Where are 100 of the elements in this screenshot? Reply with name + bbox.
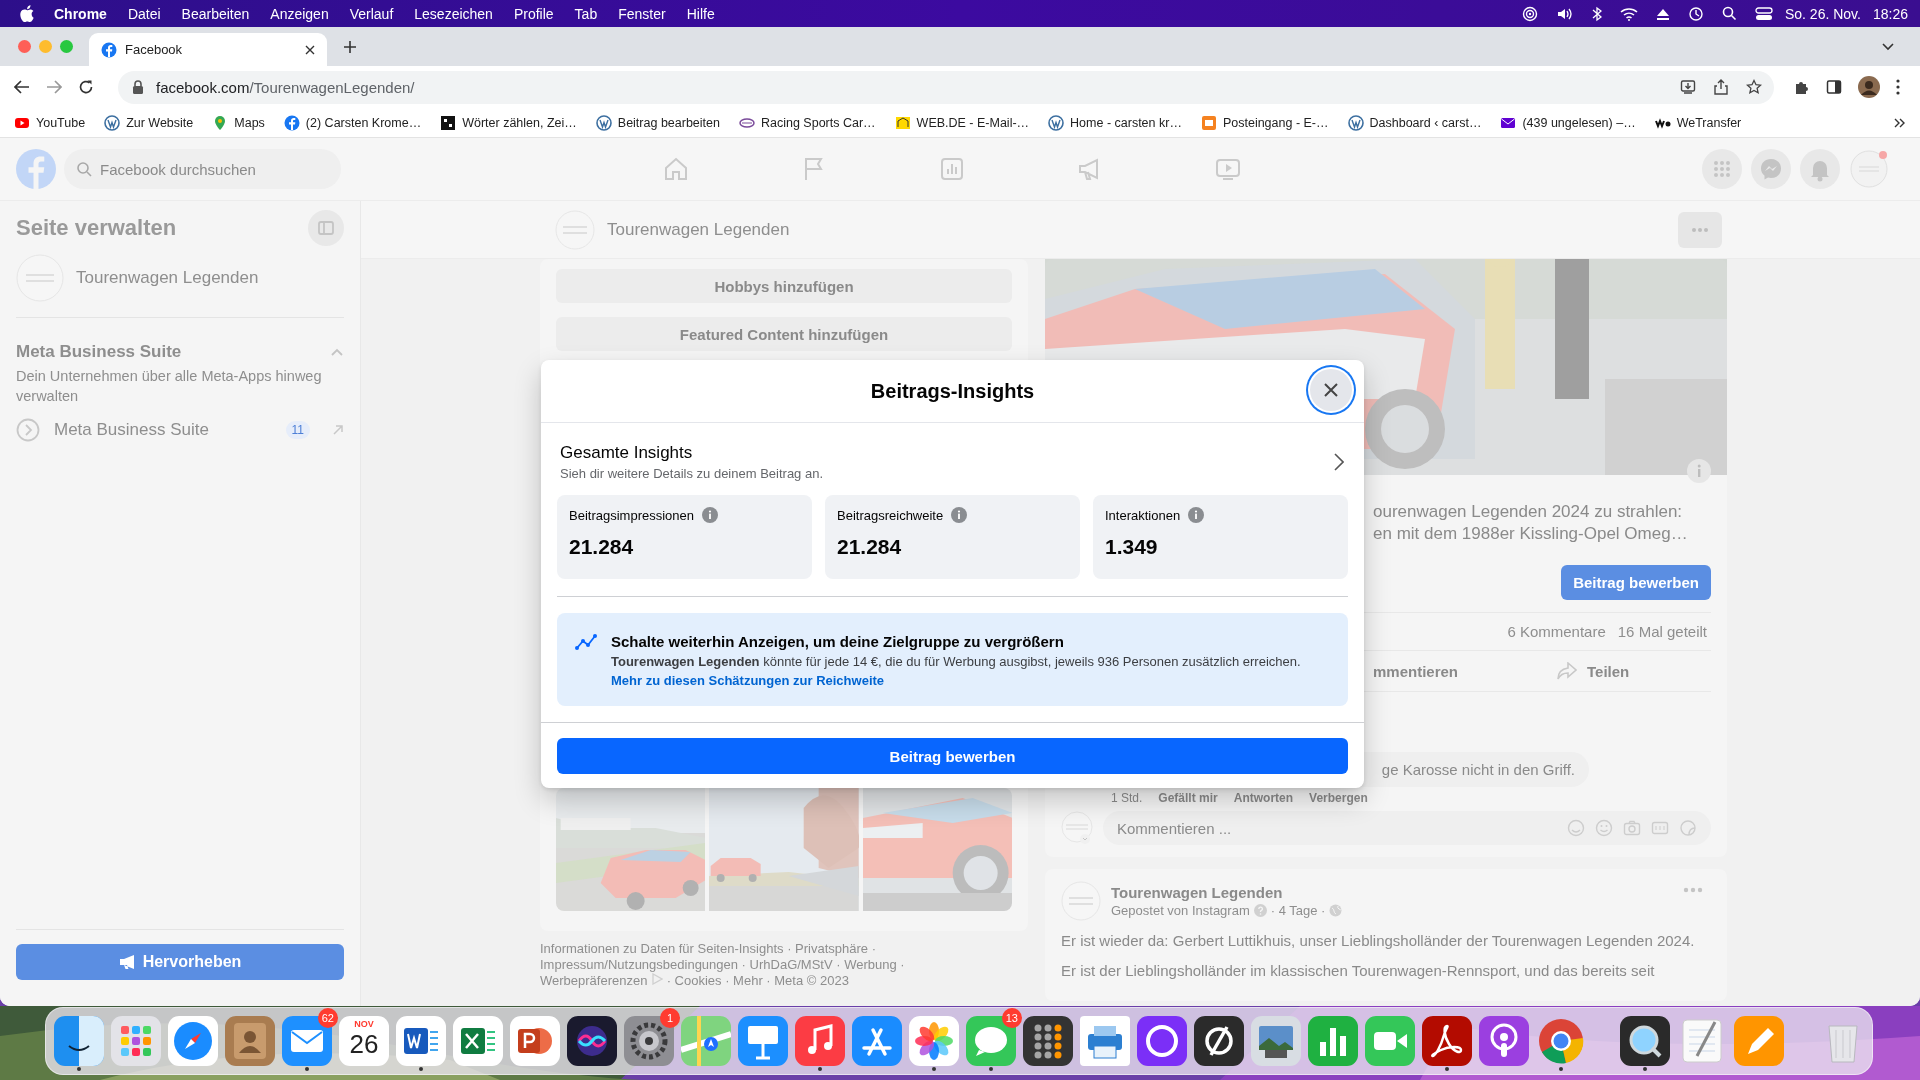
airdrop-icon[interactable] (1521, 5, 1538, 22)
map-icon[interactable] (681, 1016, 731, 1066)
section-title: Meta Business Suite (16, 342, 182, 362)
post-text: ourenwagen Legenden 2024 zu strahlen: (1373, 501, 1684, 523)
menu-item[interactable]: Anzeigen (270, 5, 329, 22)
music-note-icon[interactable] (795, 1016, 845, 1066)
spreadsheet-app-icon[interactable] (453, 1016, 503, 1066)
share-icon[interactable] (1714, 79, 1728, 95)
clock-history-icon[interactable] (1687, 5, 1704, 22)
menu-item[interactable]: Fenster (618, 5, 666, 22)
info-icon[interactable] (951, 507, 968, 523)
search-icon[interactable] (1721, 6, 1737, 21)
bookmark-item[interactable]: Home - carsten kr… (1048, 114, 1182, 131)
bookmark-item[interactable]: (439 ungelesen) –… (1500, 114, 1636, 131)
menu-item[interactable]: Lesezeichen (414, 5, 493, 22)
menu-bar-date[interactable]: So. 26. Nov. (1784, 5, 1861, 22)
presentation-app-icon[interactable] (510, 1016, 560, 1066)
pencil-icon[interactable] (1734, 1016, 1784, 1066)
calendar-month: NOV (354, 1019, 374, 1029)
envelope-app-icon[interactable] (282, 1016, 332, 1066)
new-tab-icon[interactable] (343, 39, 357, 54)
post-text: en mit dem 1988er Kissling-Opel Omeg… (1373, 523, 1689, 545)
bookmark-item[interactable]: Dashboard ‹ carst… (1347, 114, 1482, 131)
bookmark-item[interactable]: Racing Sports Car… (738, 114, 876, 131)
forward-icon[interactable] (46, 79, 62, 95)
close-button[interactable] (1310, 369, 1352, 411)
estimates-link[interactable]: Mehr zu diesen Schätzungen zur Reichweite (611, 673, 1301, 688)
bookmark-item[interactable]: WeTransfer (1654, 114, 1742, 131)
close-window-icon[interactable] (18, 40, 31, 53)
running-indicator (1643, 1067, 1647, 1071)
metric-label: Beitragsreichweite (837, 507, 944, 523)
search-field[interactable]: Facebook durchsuchen (64, 149, 341, 189)
ring-icon[interactable] (1137, 1016, 1187, 1066)
podium-icon[interactable] (738, 1016, 788, 1066)
globe-icon (1329, 904, 1343, 917)
photo-stack-icon[interactable] (1251, 1016, 1301, 1066)
footer-links: Informationen zu Daten für Seiten-Insights · Privatsphäre · Impressum/Nutzungsbedingungen · UrhDaG/MStV · Werbung · Werbepräferenzen · Cookies · Mehr · Meta © 2023 (540, 941, 906, 989)
info-icon[interactable] (1188, 507, 1205, 523)
chat-bubble-icon[interactable] (966, 1016, 1016, 1066)
puzzle-piece-icon[interactable] (1794, 79, 1810, 95)
play-circle-icon (16, 418, 40, 442)
printer-icon[interactable] (1080, 1016, 1130, 1066)
promote-button[interactable]: Beitrag bewerben (557, 738, 1348, 774)
bookmark-item[interactable]: Zur Website (104, 114, 194, 131)
calendar-day: 26 (349, 1029, 379, 1059)
gear-icon[interactable] (624, 1016, 674, 1066)
section-description: Dein Unternehmen über alle Meta-Apps hinweg verwalten (16, 367, 323, 406)
install-icon[interactable] (1680, 79, 1696, 95)
metric-label: Beitragsimpressionen (569, 507, 694, 523)
avatar-icon[interactable] (1858, 76, 1880, 98)
side-panel-icon[interactable] (1826, 79, 1842, 95)
bookmark-item[interactable]: YouTube (14, 114, 86, 131)
app-store-icon[interactable] (852, 1016, 902, 1066)
bluetooth-icon[interactable] (1591, 5, 1602, 22)
chevron-down-icon[interactable] (1882, 42, 1894, 51)
menu-item[interactable]: Bearbeiten (181, 5, 250, 22)
address-bar[interactable]: facebook.com/TourenwagenLegenden/ (118, 70, 1774, 104)
menu-item[interactable]: Datei (127, 5, 161, 22)
menu-item[interactable]: Tab (574, 5, 598, 22)
dialog-title: Beitrags-Insights (870, 379, 1035, 403)
flower-icon[interactable] (909, 1016, 959, 1066)
running-indicator (1445, 1067, 1449, 1071)
chevron-double-right-icon[interactable] (1894, 117, 1906, 128)
browser-ball-icon[interactable] (1536, 1016, 1586, 1066)
menu-item[interactable]: Verlauf (349, 5, 394, 22)
split-window-icon[interactable] (54, 1016, 104, 1066)
summary-link[interactable]: Gesamte Insights Sieh dir weitere Details zu deinem Beitrag an. (541, 423, 1364, 495)
video-camera-icon[interactable] (1365, 1016, 1415, 1066)
more-options-icon[interactable] (1896, 79, 1900, 95)
wifi-icon[interactable] (1619, 6, 1638, 21)
lens-app-icon[interactable] (1620, 1016, 1670, 1066)
reload-icon[interactable] (78, 79, 94, 95)
document-app-icon[interactable] (396, 1016, 446, 1066)
bookmark-item[interactable]: Wörter zählen, Zei… (440, 114, 577, 131)
bookmark-item[interactable]: WEB.DE - E-Mail-… (894, 114, 1030, 131)
compass-icon[interactable] (168, 1016, 218, 1066)
info-icon[interactable] (702, 507, 718, 523)
bookmark-item[interactable]: Posteingang - E-… (1200, 114, 1329, 131)
apple-logo-icon[interactable] (20, 5, 34, 22)
bar-chart-icon[interactable] (1308, 1016, 1358, 1066)
control-center-icon[interactable] (1754, 6, 1773, 21)
browser-tab[interactable]: Facebook (89, 33, 327, 66)
close-icon[interactable] (305, 44, 315, 55)
calculator-icon[interactable] (1023, 1016, 1073, 1066)
menu-item[interactable]: Profile (513, 5, 554, 22)
star-icon[interactable] (1746, 79, 1762, 95)
swirl-icon[interactable] (1422, 1016, 1472, 1066)
back-icon[interactable] (14, 79, 30, 95)
app-grid-icon[interactable] (111, 1016, 161, 1066)
orb-icon[interactable] (567, 1016, 617, 1066)
bookmark-item[interactable]: Beitrag bearbeiten (595, 114, 720, 131)
podcast-icon[interactable] (1479, 1016, 1529, 1066)
menu-item[interactable]: Hilfe (686, 5, 715, 22)
share-arrow-icon (1557, 662, 1578, 680)
calendar-icon[interactable]: NOV 26 (339, 1016, 389, 1066)
contacts-book-icon[interactable] (225, 1016, 275, 1066)
bookmark-item[interactable]: (2) Carsten Krome… (283, 114, 422, 131)
bookmark-item[interactable]: Maps (212, 114, 265, 131)
menu-item[interactable]: Chrome (54, 5, 107, 22)
menu-bar-time[interactable]: 18:26 (1872, 5, 1908, 22)
